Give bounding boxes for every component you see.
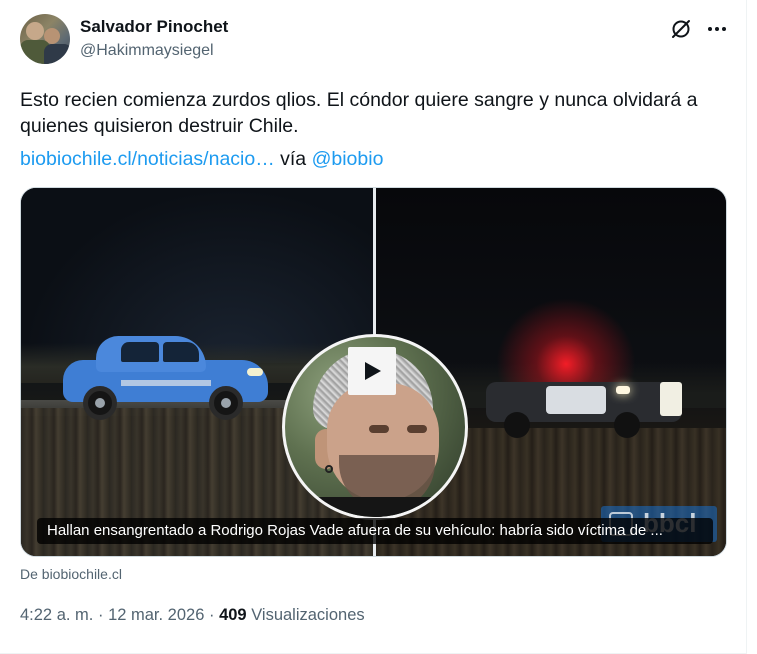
- play-button[interactable]: [348, 347, 396, 395]
- views-count: 409: [219, 606, 247, 624]
- meta-separator: ·: [97, 606, 104, 624]
- video-caption: Hallan ensangrentado a Rodrigo Rojas Vad…: [37, 518, 713, 544]
- column-border: [746, 0, 747, 654]
- card-source[interactable]: De biobiochile.cl: [20, 566, 122, 582]
- author-handle[interactable]: @Hakimmaysiegel: [80, 42, 214, 60]
- author-name[interactable]: Salvador Pinochet: [80, 17, 228, 37]
- post-date: 12 mar. 2026: [108, 606, 205, 624]
- meta-separator: ·: [208, 606, 215, 624]
- avatar[interactable]: [20, 14, 70, 64]
- video-card[interactable]: bbcl Hallan ensangrentado a Rodrigo Roja…: [20, 187, 727, 557]
- article-link[interactable]: biobiochile.cl/noticias/nacio…: [20, 148, 275, 170]
- post-timestamp[interactable]: 4:22 a. m. · 12 mar. 2026: [20, 606, 204, 624]
- grok-icon[interactable]: [670, 18, 692, 40]
- police-car-image: [486, 368, 686, 438]
- blue-car-image: [61, 328, 271, 420]
- play-icon: [365, 362, 381, 380]
- more-options-icon[interactable]: [704, 16, 730, 42]
- views-label: Visualizaciones: [251, 606, 365, 624]
- via-label: vía: [280, 148, 307, 170]
- post-links: biobiochile.cl/noticias/nacio… vía @biob…: [20, 146, 383, 172]
- mention-link[interactable]: @biobio: [312, 148, 384, 170]
- post-header: Salvador Pinochet @Hakimmaysiegel: [20, 14, 730, 66]
- post-time: 4:22 a. m.: [20, 606, 94, 624]
- post-meta: 4:22 a. m. · 12 mar. 2026 · 409 Visualiz…: [20, 606, 365, 625]
- post-text: Esto recien comienza zurdos qlios. El có…: [20, 89, 698, 137]
